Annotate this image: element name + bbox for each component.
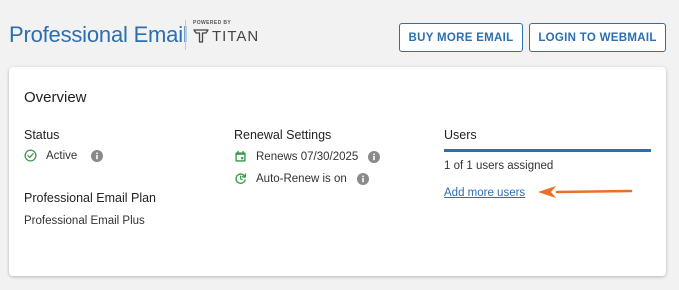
titan-logo-icon [193,29,209,43]
plan-value: Professional Email Plus [24,215,145,227]
page-title: Professional Email [9,22,188,47]
powered-by-label: POWERED BY [193,20,232,26]
renews-info-icon[interactable] [368,150,381,163]
brand-divider [185,20,186,50]
add-more-users-link[interactable]: Add more users [444,187,525,199]
renewal-settings-label: Renewal Settings [234,128,332,142]
titan-brand-name: TITAN [212,28,260,45]
users-assigned-count: 1 of 1 users assigned [444,160,554,172]
login-to-webmail-button[interactable]: LOGIN TO WEBMAIL [529,23,666,52]
check-circle-icon [24,149,37,162]
auto-renew-status: Auto-Renew is on [256,172,347,185]
annotation-arrow-icon [538,186,633,198]
status-label: Status [24,128,60,142]
status-info-icon[interactable] [91,149,104,162]
titan-brand: POWERED BY TITAN [193,20,263,50]
auto-renew-row: Auto-Renew is on [234,172,369,185]
buy-more-email-button[interactable]: BUY MORE EMAIL [399,23,523,52]
status-value: Active [46,149,78,162]
auto-renew-icon [235,173,247,184]
users-underline [444,149,651,152]
overview-title: Overview [24,89,87,106]
calendar-icon [235,150,246,162]
users-label: Users [444,128,477,142]
status-row: Active [24,149,104,162]
renews-row: Renews 07/30/2025 [234,150,381,163]
auto-renew-info-icon[interactable] [356,172,369,185]
plan-label: Professional Email Plan [24,191,157,205]
page-header: Professional Email POWERED BY TITAN BUY … [0,0,679,66]
renews-date: Renews 07/30/2025 [256,150,359,163]
overview-card: Overview Status Active Professional Emai… [9,67,666,276]
